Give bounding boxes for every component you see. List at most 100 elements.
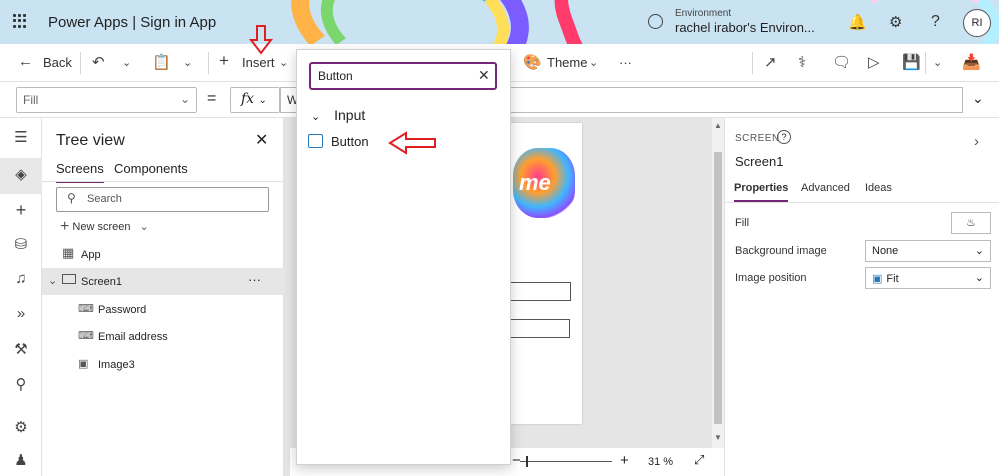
tree-item-app[interactable]: ▦ App: [42, 241, 284, 268]
avatar[interactable]: RI: [963, 9, 991, 37]
palette-icon[interactable]: 🎨: [523, 53, 542, 71]
text-input-icon: ⌨: [78, 330, 94, 342]
insert-button[interactable]: Insert: [242, 55, 275, 70]
zoom-in-icon[interactable]: +: [620, 452, 629, 469]
comments-icon[interactable]: 🗨: [832, 53, 851, 71]
tab-advanced[interactable]: Advanced: [801, 182, 850, 194]
divider: [925, 52, 926, 74]
zoom-slider-handle[interactable]: [526, 456, 528, 467]
tree-item-image3[interactable]: ▣ Image3: [42, 351, 284, 378]
fit-to-window-icon[interactable]: ⤢: [694, 452, 704, 468]
gear-icon[interactable]: ⚙: [889, 13, 902, 31]
more-options-button[interactable]: ···: [248, 272, 261, 287]
chevron-right-icon[interactable]: ›: [974, 133, 979, 150]
publish-icon[interactable]: 📥: [962, 53, 981, 71]
more-commands-button[interactable]: ···: [619, 55, 632, 70]
environment-label: Environment: [675, 8, 732, 19]
chevron-down-icon[interactable]: ⌄: [183, 56, 192, 69]
share-icon[interactable]: ↗: [764, 53, 777, 71]
clear-search-icon[interactable]: ✕: [478, 67, 490, 84]
bg-image-value: None: [872, 245, 899, 257]
tab-screens[interactable]: Screens: [56, 161, 104, 183]
app-checker-icon[interactable]: ⚕: [798, 53, 806, 71]
selection-type-label: SCREEN: [735, 133, 780, 144]
chevron-down-icon: ⌄: [179, 92, 190, 106]
back-button[interactable]: Back: [43, 55, 72, 70]
tab-components[interactable]: Components: [114, 161, 188, 176]
undo-icon[interactable]: ↶: [92, 53, 105, 71]
zoom-slider[interactable]: [520, 461, 612, 462]
chevron-down-icon[interactable]: ⌄: [279, 56, 288, 69]
image-icon: ▣: [78, 358, 89, 370]
app-launcher-icon[interactable]: [13, 14, 27, 28]
back-arrow-icon[interactable]: ←: [18, 53, 33, 70]
selected-screen-name: Screen1: [735, 154, 784, 169]
divider: [208, 52, 209, 74]
search-icon[interactable]: ⚲: [11, 375, 31, 395]
tools-icon[interactable]: ⚒: [11, 340, 31, 360]
hamburger-icon[interactable]: ☰: [11, 128, 31, 148]
theme-button[interactable]: Theme: [547, 55, 587, 70]
expand-formula-icon[interactable]: ⌄: [972, 90, 984, 107]
scroll-up-icon[interactable]: ▲: [714, 121, 722, 130]
tree-search-input[interactable]: ⚲ Search: [56, 187, 269, 212]
media-icon[interactable]: ♫: [11, 270, 31, 290]
text-input-icon: ⌨: [78, 303, 94, 315]
app-header: Power Apps | Sign in App Environment rac…: [0, 0, 999, 44]
email-field-preview[interactable]: [509, 282, 571, 301]
scrollbar-thumb[interactable]: [714, 152, 722, 424]
environment-icon: [648, 14, 663, 29]
insert-plus-icon[interactable]: +: [11, 200, 31, 220]
fx-button[interactable]: fx ⌄: [230, 87, 280, 113]
password-field-preview[interactable]: [509, 319, 570, 338]
tree-item-screen1[interactable]: ⌄ Screen1 ···: [42, 268, 284, 295]
paste-icon[interactable]: 📋: [152, 53, 171, 71]
new-screen-label: New screen: [72, 220, 131, 233]
app-icon: ▦: [62, 245, 75, 260]
image-position-dropdown[interactable]: ▣ Fit ⌄: [865, 267, 991, 289]
bg-image-label: Background image: [735, 245, 827, 257]
zoom-value: 31 %: [648, 456, 674, 468]
chevron-down-icon: ⌄: [974, 245, 984, 257]
help-icon[interactable]: ?: [931, 13, 940, 31]
group-label: Input: [334, 107, 366, 123]
image-position-value: Fit: [886, 273, 899, 285]
divider: [42, 181, 284, 182]
chevron-down-icon[interactable]: ⌄: [933, 56, 942, 69]
scroll-down-icon[interactable]: ▼: [714, 433, 722, 442]
chevron-down-icon: ⌄: [974, 272, 984, 284]
environment-name[interactable]: rachel irabor's Environ...: [675, 20, 815, 35]
power-automate-icon[interactable]: »: [11, 305, 31, 325]
tree-item-label: Image3: [98, 359, 135, 371]
virtual-agent-icon[interactable]: ♟: [11, 451, 31, 471]
equals-sign: =: [207, 90, 217, 107]
insert-group-input[interactable]: ⌄ Input: [311, 107, 365, 123]
settings-icon[interactable]: ⚙: [11, 418, 31, 438]
tab-properties[interactable]: Properties: [734, 182, 789, 202]
data-icon[interactable]: ⛁: [11, 235, 31, 255]
divider: [80, 52, 81, 74]
fill-label: Fill: [735, 217, 750, 229]
plus-icon[interactable]: +: [219, 51, 229, 71]
save-icon[interactable]: 💾: [902, 53, 921, 71]
bg-image-dropdown[interactable]: None ⌄: [865, 240, 991, 262]
left-rail: ☰ ◈ + ⛁ ♫ » ⚒ ⚲ ⚙ ♟: [0, 118, 42, 476]
help-icon[interactable]: ?: [777, 130, 791, 144]
new-screen-button[interactable]: + New screen ⌄: [60, 218, 149, 236]
chevron-down-icon[interactable]: ⌄: [589, 56, 598, 69]
search-placeholder: Search: [87, 193, 122, 205]
chevron-down-icon[interactable]: ⌄: [122, 56, 131, 69]
property-dropdown[interactable]: Fill ⌄: [16, 87, 197, 113]
insert-search-input[interactable]: Button: [309, 62, 497, 90]
tree-item-label: Screen1: [81, 276, 122, 288]
bell-icon[interactable]: 🔔: [848, 13, 867, 31]
tab-ideas[interactable]: Ideas: [865, 182, 892, 194]
play-icon[interactable]: ▷: [868, 53, 880, 71]
tree-view-title: Tree view: [56, 132, 125, 149]
search-icon: ⚲: [67, 191, 76, 205]
tree-item-email[interactable]: ⌨ Email address: [42, 323, 284, 350]
layers-icon[interactable]: ◈: [11, 165, 31, 185]
fill-color-picker[interactable]: ♨: [951, 212, 991, 234]
close-icon[interactable]: ✕: [255, 130, 268, 150]
tree-item-password[interactable]: ⌨ Password: [42, 296, 284, 323]
